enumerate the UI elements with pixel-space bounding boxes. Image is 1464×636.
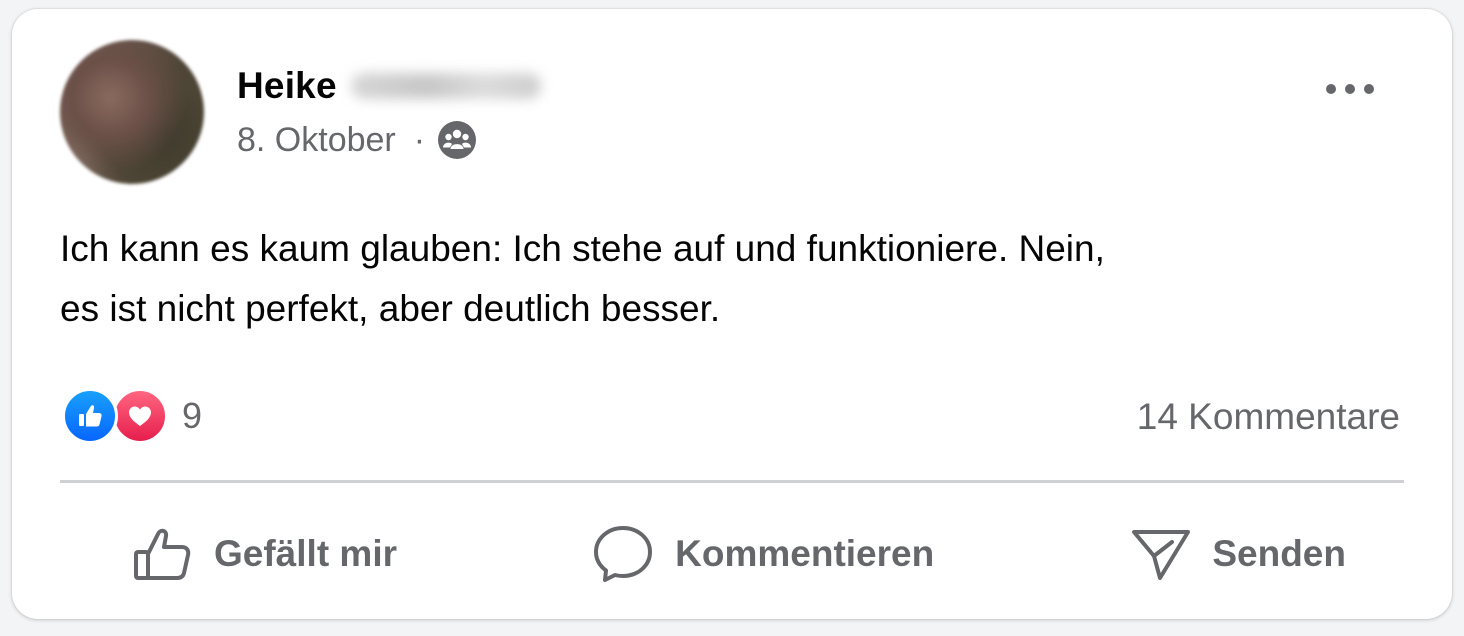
reactions-summary[interactable]: 9 xyxy=(62,387,202,445)
author-name[interactable]: Heike xyxy=(237,65,337,107)
friends-group-icon[interactable] xyxy=(437,120,477,160)
author-avatar[interactable] xyxy=(60,40,204,184)
comment-button-label: Kommentieren xyxy=(675,533,935,574)
post-meta: 8. Oktober · xyxy=(237,119,477,161)
comment-button[interactable]: Kommentieren xyxy=(591,514,934,594)
more-dots-icon xyxy=(1326,84,1374,94)
author-surname-redacted xyxy=(350,73,541,99)
actions-divider xyxy=(60,480,1404,483)
meta-separator: · xyxy=(413,120,426,159)
send-button[interactable]: Senden xyxy=(1128,514,1346,594)
like-button[interactable]: Gefällt mir xyxy=(130,514,397,594)
post-date[interactable]: 8. Oktober xyxy=(237,121,396,160)
love-reaction-icon xyxy=(112,388,168,444)
send-button-label: Senden xyxy=(1212,533,1346,574)
like-reaction-icon xyxy=(62,388,118,444)
post-card: Heike 8. Oktober · Ich kann es kaum glau… xyxy=(12,9,1452,619)
comment-bubble-icon xyxy=(594,526,653,582)
reaction-count[interactable]: 9 xyxy=(182,395,202,437)
comments-count-link[interactable]: 14 Kommentare xyxy=(1137,389,1400,445)
post-actions-bar: Gefällt mir Kommentieren Senden xyxy=(60,514,1404,594)
post-text: Ich kann es kaum glauben: Ich stehe auf … xyxy=(60,228,1105,329)
like-button-label: Gefällt mir xyxy=(214,533,397,574)
thumbs-up-icon xyxy=(134,528,191,580)
send-icon xyxy=(1132,530,1191,580)
author-header: Heike xyxy=(237,64,541,108)
more-options-button[interactable] xyxy=(1320,71,1380,107)
